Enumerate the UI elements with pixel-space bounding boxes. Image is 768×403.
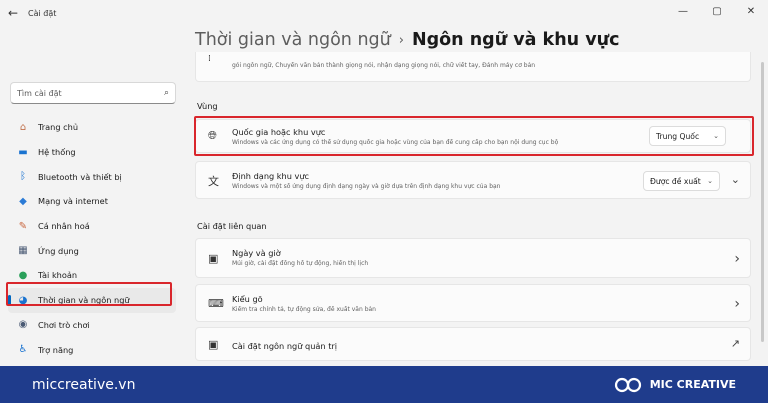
chevron-right-icon: › <box>734 251 740 267</box>
account-icon: ● <box>18 269 28 281</box>
monitor-icon: ▬ <box>18 146 28 158</box>
sidebar-item[interactable]: ▦ Ứng dụng <box>8 238 176 263</box>
minimize-button[interactable]: — <box>666 0 700 22</box>
search-box: ⌕ <box>10 82 176 104</box>
related-setting-title: Ngày và giờ <box>232 248 281 258</box>
title-bar: ← Cài đặt — ▢ ✕ <box>0 0 768 26</box>
back-arrow-icon: ← <box>7 6 19 20</box>
section-title-related: Cài đặt liên quan <box>197 221 267 231</box>
sidebar-item-label: Mạng và internet <box>38 196 108 207</box>
wifi-icon: ◆ <box>19 195 27 207</box>
format-dropdown-value: Được đề xuất <box>650 176 701 186</box>
expand-chevron-icon[interactable]: ⌄ <box>731 173 740 186</box>
format-title: Định dạng khu vực <box>232 171 310 181</box>
close-icon: ✕ <box>746 5 756 17</box>
minimize-icon: — <box>678 5 688 17</box>
sidebar-item[interactable]: ◉ Chơi trò chơi <box>8 313 176 338</box>
country-region-card: 🌐︎ Quốc gia hoặc khu vực Windows và các … <box>195 119 751 153</box>
sidebar-item-label: Hệ thống <box>38 147 76 158</box>
sidebar-item-label: Trợ năng <box>38 344 74 355</box>
brush-icon: ✎ <box>18 220 28 232</box>
related-setting-title: Cài đặt ngôn ngữ quản trị <box>232 341 338 351</box>
globe-icon: 🌐︎ <box>208 129 217 142</box>
related-setting-description: Kiểm tra chính tả, tự động sửa, đề xuất … <box>232 306 376 313</box>
close-button[interactable]: ✕ <box>734 0 768 22</box>
breadcrumb-parent[interactable]: Thời gian và ngôn ngữ <box>195 30 391 50</box>
sidebar-item-label: Thời gian và ngôn ngữ <box>38 295 130 306</box>
country-title: Quốc gia hoặc khu vực <box>232 127 326 137</box>
related-setting-card[interactable]: ⌨ Kiểu gõ Kiểm tra chính tả, tự động sửa, … <box>195 284 751 322</box>
sidebar-nav: ⌂ Trang chủ ▬ Hệ thống ᛒ Bluetooth và thiết b… <box>8 115 176 387</box>
search-input[interactable] <box>17 88 164 98</box>
related-setting-title: Kiểu gõ <box>232 294 263 304</box>
language-pack-card[interactable]: ⁞ gói ngôn ngữ, Chuyển văn bản thành giọ… <box>195 52 751 82</box>
sidebar-item[interactable]: ⌂ Trang chủ <box>8 115 176 140</box>
chevron-down-icon: ⌄ <box>713 132 719 140</box>
regional-format-card[interactable]: 文 Định dạng khu vực Windows và một số ứn… <box>195 161 751 199</box>
search-icon[interactable]: ⌕ <box>164 88 169 98</box>
related-setting-description: Múi giờ, cài đặt đồng hồ tự động, hiển t… <box>232 260 369 267</box>
chevron-right-icon: › <box>734 296 740 312</box>
home-icon: ⌂ <box>19 121 27 133</box>
footer-logo: MIC CREATIVE <box>614 377 736 393</box>
footer-site: miccreative.vn <box>32 376 136 393</box>
sidebar-item[interactable]: ᛒ Bluetooth và thiết bị <box>8 164 176 189</box>
gamepad-icon: ◉ <box>18 319 28 331</box>
breadcrumb: Thời gian và ngôn ngữ › Ngôn ngữ và khu … <box>195 30 619 50</box>
globe-clock-icon: ◕ <box>18 294 28 306</box>
external-link-icon: ↗ <box>730 337 740 350</box>
maximize-icon: ▢ <box>712 5 722 17</box>
breadcrumb-separator-icon: › <box>398 32 404 48</box>
sidebar-item-label: Bluetooth và thiết bị <box>38 171 122 182</box>
format-description: Windows và một số ứng dụng định dạng ngà… <box>232 183 501 190</box>
back-button[interactable]: ← <box>0 0 26 26</box>
sidebar-item[interactable]: ♿ Trợ năng <box>8 337 176 362</box>
footer-brand: MIC CREATIVE <box>649 378 736 391</box>
country-dropdown-value: Trung Quốc <box>656 131 700 141</box>
country-dropdown[interactable]: Trung Quốc ⌄ <box>649 126 726 146</box>
sidebar-item[interactable]: ▬ Hệ thống <box>8 140 176 165</box>
section-title-region: Vùng <box>197 101 218 111</box>
sidebar-item-label: Chơi trò chơi <box>38 319 90 330</box>
maximize-button[interactable]: ▢ <box>700 0 734 22</box>
speech-icon: ⁞ <box>208 54 211 64</box>
window-controls: — ▢ ✕ <box>666 0 768 22</box>
sidebar-item[interactable]: ◕ Thời gian và ngôn ngữ <box>8 287 176 313</box>
sidebar-item[interactable]: ● Tài khoản <box>8 263 176 288</box>
keyboard-icon: ⌨ <box>208 297 224 310</box>
sidebar-item-label: Ứng dụng <box>38 245 79 256</box>
related-setting-card[interactable]: ▣ Cài đặt ngôn ngữ quản trị ↗ <box>195 327 751 361</box>
sidebar-item-label: Trang chủ <box>38 122 79 133</box>
sidebar-item-label: Cá nhân hoá <box>38 221 90 232</box>
country-description: Windows và các ứng dụng có thể sử dụng q… <box>232 139 559 146</box>
bluetooth-icon: ᛒ <box>20 171 26 183</box>
apps-icon: ▦ <box>18 245 28 257</box>
chevron-down-icon: ⌄ <box>707 177 713 185</box>
app-title: Cài đặt <box>28 8 57 18</box>
calendar-clock-icon: ▣ <box>208 252 219 265</box>
sidebar-item-label: Tài khoản <box>38 270 78 281</box>
sidebar-item[interactable]: ✎ Cá nhân hoá <box>8 214 176 239</box>
accessibility-icon: ♿ <box>18 344 28 356</box>
scrollbar[interactable] <box>761 62 764 342</box>
translate-icon: 文 <box>208 175 219 188</box>
card-description: gói ngôn ngữ, Chuyển văn bản thành giọng… <box>232 62 536 69</box>
footer-banner: miccreative.vn MIC CREATIVE <box>0 366 768 403</box>
mic-logo-icon <box>614 377 641 392</box>
related-setting-card[interactable]: ▣ Ngày và giờ Múi giờ, cài đặt đồng hồ tự … <box>195 238 751 278</box>
sidebar-item[interactable]: ◆ Mạng và internet <box>8 189 176 214</box>
admin-language-icon: ▣ <box>208 338 219 351</box>
page-title: Ngôn ngữ và khu vực <box>411 30 620 50</box>
format-dropdown[interactable]: Được đề xuất ⌄ <box>643 171 720 191</box>
